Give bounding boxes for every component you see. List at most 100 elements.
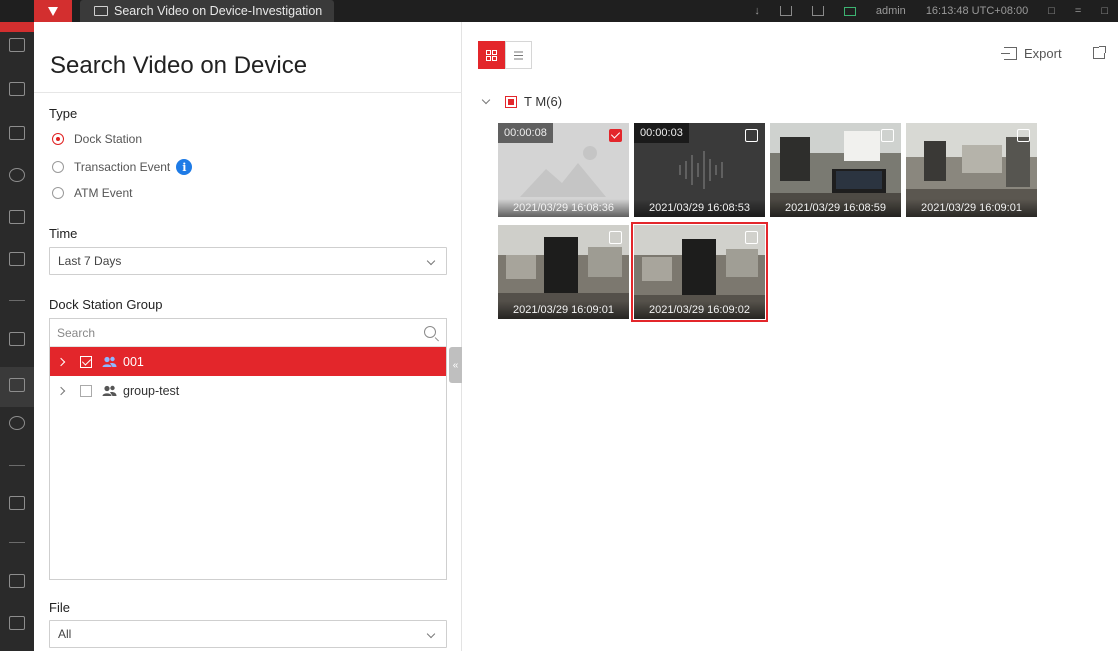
video-timestamp: 2021/03/29 16:08:59 [770,199,901,217]
nav-report-icon[interactable] [9,252,25,266]
type-label: Type [49,106,78,121]
nav-people-icon[interactable] [9,126,25,140]
nav-video-device-icon[interactable] [9,378,25,392]
file-select[interactable]: All [49,620,447,648]
device-node[interactable]: T M(6) [481,94,563,109]
time-label: Time [49,226,78,241]
file-value: All [58,627,72,641]
tab-title: Search Video on Device-Investigation [114,4,323,18]
minimize-icon[interactable]: □ [1048,5,1055,17]
grid-view-button[interactable] [478,41,505,69]
video-thumbnail-highlighted[interactable]: 2021/03/29 16:09:02 [631,222,768,322]
nav-list-icon[interactable] [9,82,25,96]
nav-bulb-icon[interactable] [9,416,25,430]
device-label: T M(6) [524,94,563,109]
upload-icon[interactable] [779,6,792,16]
nav-id-icon[interactable] [9,574,25,588]
video-thumbnail[interactable]: 00:00:03 2021/03/29 16:08:53 [634,123,765,217]
title-bar-right: ↓ admin 16:13:48 UTC+08:00 □ = □ [754,0,1118,22]
nav-divider [9,542,25,543]
app-logo [34,0,72,22]
checkbox[interactable] [80,355,92,368]
time-value: Last 7 Days [58,254,122,268]
chevron-down-icon [426,256,436,266]
export-icon [1001,47,1017,60]
radio-atm-event[interactable]: ATM Event [52,186,132,200]
nav-doc-search-icon[interactable] [9,210,25,224]
file-label: File [49,600,70,615]
nav-divider [9,465,25,466]
radio-button[interactable] [52,187,64,199]
export-label: Export [1024,46,1062,61]
video-thumbnail[interactable]: 2021/03/29 16:09:01 [906,123,1037,217]
device-checkbox[interactable] [505,95,517,108]
download-icon[interactable]: ↓ [754,5,760,17]
chevron-down-icon [426,629,436,639]
video-checkbox[interactable] [1017,129,1030,142]
divider [34,92,462,93]
search-panel: Search Video on Device Type Dock Station… [34,22,462,651]
list-icon [514,51,523,59]
search-icon[interactable] [424,326,436,338]
video-timestamp: 2021/03/29 16:08:53 [634,199,765,217]
collapse-panel-handle[interactable]: « [449,347,462,383]
group-search [50,319,446,347]
tree-row-001[interactable]: 001 [50,347,446,376]
time-select[interactable]: Last 7 Days [49,247,447,275]
user-name[interactable]: admin [876,5,906,17]
chevron-right-icon[interactable] [56,386,66,395]
tree-row-label: group-test [123,383,180,398]
video-checkbox[interactable] [609,231,622,244]
nav-target-icon[interactable] [9,168,25,182]
nav-file-search-icon[interactable] [9,496,25,510]
view-toggle [478,41,532,69]
popout-icon[interactable] [1093,46,1106,59]
radio-label: Transaction Event [74,160,171,174]
clock: 16:13:48 UTC+08:00 [925,5,1029,17]
nav-settings-icon[interactable] [9,616,25,630]
chevron-down-icon[interactable] [481,95,491,104]
monitor-icon [94,6,108,16]
tab-search-video[interactable]: Search Video on Device-Investigation [80,0,334,22]
video-duration: 00:00:03 [634,123,689,143]
video-checkbox[interactable] [881,129,894,142]
radio-transaction-event[interactable]: Transaction Event i [52,159,193,175]
restore-icon[interactable]: □ [1101,5,1108,17]
chevron-right-icon[interactable] [56,357,66,366]
group-icon [102,385,117,397]
export-button[interactable]: Export [1001,46,1062,61]
video-timestamp: 2021/03/29 16:08:36 [498,199,629,217]
rail-accent [0,22,34,32]
info-icon[interactable]: i [176,159,193,175]
video-timestamp: 2021/03/29 16:09:02 [634,301,765,319]
radio-label: Dock Station [74,132,143,146]
grid-icon [486,49,497,61]
nav-rail [0,22,34,651]
radio-label: ATM Event [74,186,133,200]
tree-row-label: 001 [123,354,144,369]
panel-icon[interactable] [811,6,824,16]
menu-icon[interactable]: = [1075,5,1081,17]
nav-divider [9,300,25,301]
radio-button[interactable] [52,133,64,145]
video-thumbnail[interactable]: 00:00:08 2021/03/29 16:08:36 [498,123,629,217]
list-view-button[interactable] [505,41,532,69]
group-search-input[interactable] [57,325,397,340]
nav-search-icon[interactable] [9,38,25,52]
status-icon[interactable] [843,6,856,16]
radio-dock-station[interactable]: Dock Station [52,132,142,146]
video-thumbnail[interactable]: 2021/03/29 16:08:59 [770,123,901,217]
tree-row-group-test[interactable]: group-test [50,376,446,405]
group-label: Dock Station Group [49,297,163,312]
video-checkbox[interactable] [609,129,622,142]
video-checkbox[interactable] [745,129,758,142]
group-tree: 001 group-test [49,318,447,580]
video-checkbox[interactable] [745,231,758,244]
nav-play-icon[interactable] [9,332,25,346]
video-timestamp: 2021/03/29 16:09:01 [498,301,629,319]
checkbox[interactable] [80,384,92,397]
video-thumbnail[interactable]: 2021/03/29 16:09:01 [498,225,629,319]
title-bar: Search Video on Device-Investigation ↓ a… [0,0,1118,22]
radio-button[interactable] [52,161,64,173]
group-icon [102,356,117,368]
